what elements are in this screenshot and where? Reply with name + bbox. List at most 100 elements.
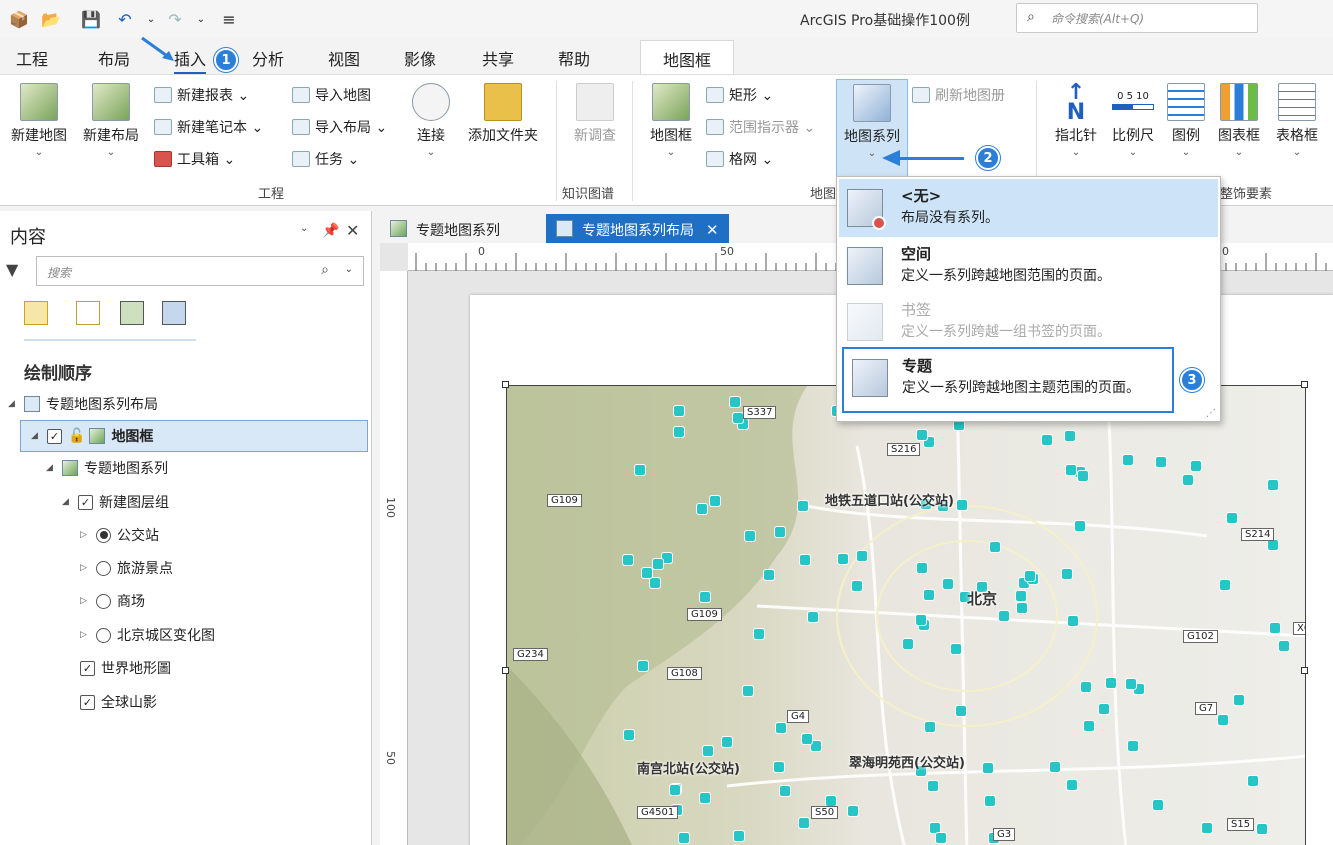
add-folder-button[interactable]: 添加文件夹 (460, 83, 546, 145)
tree-item-hillshade[interactable]: ✓ 全球山影 (80, 686, 157, 718)
save-icon[interactable]: 💾 (80, 8, 102, 30)
search-icon: ⌕ (1027, 9, 1035, 25)
tree-item-world-topo[interactable]: ✓ 世界地形圖 (80, 652, 171, 684)
snapping-icon[interactable] (162, 301, 186, 325)
toolbox-button[interactable]: 工具箱 ⌄ (154, 149, 235, 169)
close-icon[interactable]: ✕ (346, 221, 359, 240)
new-map-label: 新建地图 (11, 128, 67, 144)
bus-stop-marker (1060, 568, 1073, 581)
tab-thematic-map-series[interactable]: 专题地图系列 (380, 214, 510, 243)
tab-map-frame[interactable]: 地图框 (640, 40, 735, 74)
drawing-order-heading: 绘制顺序 (24, 364, 92, 384)
tree-item-group-layer[interactable]: ◢ ✓ 新建图层组 (62, 486, 169, 518)
new-map-button[interactable]: 新建地图 ⌄ (6, 83, 72, 158)
redo-dropdown-icon[interactable]: ⌄ (190, 8, 212, 30)
resize-handle[interactable] (1301, 381, 1308, 388)
new-survey-button[interactable]: 新调查 (566, 83, 624, 145)
contents-search-input[interactable]: 搜索 ⌕ ⌄ (36, 256, 364, 286)
checkbox[interactable]: ✓ (80, 694, 95, 710)
tab-view[interactable]: 视图 (328, 46, 360, 70)
undo-dropdown-icon[interactable]: ⌄ (140, 8, 162, 30)
menu-item-thematic[interactable]: 专题 定义一系列跨越地图主题范围的页面。 (842, 347, 1174, 413)
new-project-icon[interactable]: 📦 (8, 8, 30, 30)
new-report-label: 新建报表 (177, 88, 233, 104)
lock-icon[interactable]: 🔓 (68, 428, 85, 444)
legend-button[interactable]: 图例 ⌄ (1164, 83, 1208, 158)
bus-stop-marker (1067, 615, 1080, 628)
menu-item-none[interactable]: <无> 布局没有系列。 (839, 179, 1218, 237)
checkbox[interactable]: ✓ (78, 494, 93, 510)
new-report-button[interactable]: 新建报表 ⌄ (154, 85, 249, 105)
place-label: 北京 (967, 590, 998, 608)
radio-button[interactable] (96, 560, 111, 576)
grid-button[interactable]: 格网 ⌄ (706, 149, 773, 169)
customize-toolbar-icon[interactable]: ≡ (218, 8, 240, 30)
map-frame-button[interactable]: 地图框 ⌄ (642, 83, 700, 158)
bus-stop-marker (633, 463, 646, 476)
map-frame[interactable]: S337 S216 G109 G109 S214 G102 G234 G108 … (506, 385, 1306, 845)
tab-help[interactable]: 帮助 (558, 46, 590, 70)
new-layout-button[interactable]: 新建布局 ⌄ (78, 83, 144, 158)
resize-handle[interactable] (1301, 667, 1308, 674)
tab-share[interactable]: 共享 (482, 46, 514, 70)
chart-frame-label: 图表框 (1218, 128, 1260, 144)
filter-icon[interactable]: ▼ (6, 260, 18, 279)
tree-item-map-series[interactable]: ◢ 专题地图系列 (46, 452, 168, 484)
tab-project[interactable]: 工程 (16, 46, 48, 70)
resize-handle[interactable] (502, 381, 509, 388)
refresh-atlas-button[interactable]: 刷新地图册 (912, 85, 1005, 105)
open-project-icon[interactable]: 📂 (40, 8, 62, 30)
chart-frame-button[interactable]: 图表框 ⌄ (1212, 83, 1266, 158)
pin-icon[interactable]: 📌 (322, 223, 339, 239)
bus-stop-marker (702, 745, 715, 757)
radio-button[interactable] (96, 627, 111, 643)
undo-icon[interactable]: ↶ (114, 8, 136, 30)
selection-icon[interactable] (120, 301, 144, 325)
task-button[interactable]: 任务 ⌄ (292, 149, 359, 169)
tab-analysis[interactable]: 分析 (252, 46, 284, 70)
bus-stop-marker (1233, 694, 1246, 707)
bus-stop-marker (652, 558, 665, 571)
tree-item-bus-stops[interactable]: ▷ 公交站 (80, 519, 159, 551)
new-notebook-button[interactable]: 新建笔记本 ⌄ (154, 117, 263, 137)
radio-button[interactable] (96, 593, 111, 609)
tree-item-attractions[interactable]: ▷ 旅游景点 (80, 552, 173, 584)
tree-label: 公交站 (117, 528, 159, 544)
tree-item-layout[interactable]: ◢ 专题地图系列布局 (8, 388, 158, 420)
bus-stop-marker (923, 589, 936, 602)
radio-button[interactable] (96, 527, 111, 543)
tab-thematic-layout[interactable]: 专题地图系列布局 ✕ (546, 214, 729, 243)
bus-stop-marker (779, 785, 792, 797)
import-layout-button[interactable]: 导入布局 ⌄ (292, 117, 387, 137)
tab-imagery[interactable]: 影像 (404, 46, 436, 70)
command-search-input[interactable]: ⌕ 命令搜索(Alt+Q) (1016, 3, 1258, 33)
import-map-button[interactable]: 导入地图 (292, 85, 371, 105)
tab-layout[interactable]: 布局 (98, 46, 130, 70)
menu-item-spatial[interactable]: 空间 定义一系列跨越地图范围的页面。 (839, 237, 1218, 295)
data-source-icon[interactable] (76, 301, 100, 325)
resize-grip-icon[interactable]: ⋰ (1206, 408, 1216, 419)
bus-stop-marker (775, 721, 788, 734)
connect-button[interactable]: 连接 ⌄ (408, 83, 454, 158)
close-icon[interactable]: ✕ (706, 221, 719, 239)
redo-icon[interactable]: ↷ (164, 8, 186, 30)
tree-item-map-frame[interactable]: ◢ ✓ 🔓 地图框 (20, 420, 368, 452)
tree-item-malls[interactable]: ▷ 商场 (80, 585, 145, 617)
checkbox[interactable]: ✓ (47, 428, 62, 444)
drawing-order-icon[interactable] (24, 301, 48, 325)
bus-stop-marker (1226, 512, 1239, 525)
scale-bar-button[interactable]: 0 5 10 比例尺 ⌄ (1106, 83, 1160, 158)
tree-item-urban-change[interactable]: ▷ 北京城区变化图 (80, 619, 215, 651)
north-arrow-button[interactable]: ↑ N 指北针 ⌄ (1048, 82, 1104, 159)
panel-menu-icon[interactable]: ⌄ (300, 223, 308, 234)
menu-item-bookmark[interactable]: 书签 定义一系列跨越一组书签的页面。 (839, 293, 1218, 351)
chevron-down-icon[interactable]: ⌄ (345, 264, 353, 275)
tab-insert[interactable]: 插入 (174, 46, 207, 75)
bus-stop-marker (807, 610, 820, 623)
rectangle-button[interactable]: 矩形 ⌄ (706, 85, 773, 105)
resize-handle[interactable] (502, 667, 509, 674)
bus-stop-marker (982, 761, 995, 774)
checkbox[interactable]: ✓ (80, 660, 95, 676)
extent-indicator-button[interactable]: 范围指示器 ⌄ (706, 117, 815, 137)
table-frame-button[interactable]: 表格框 ⌄ (1270, 83, 1324, 158)
